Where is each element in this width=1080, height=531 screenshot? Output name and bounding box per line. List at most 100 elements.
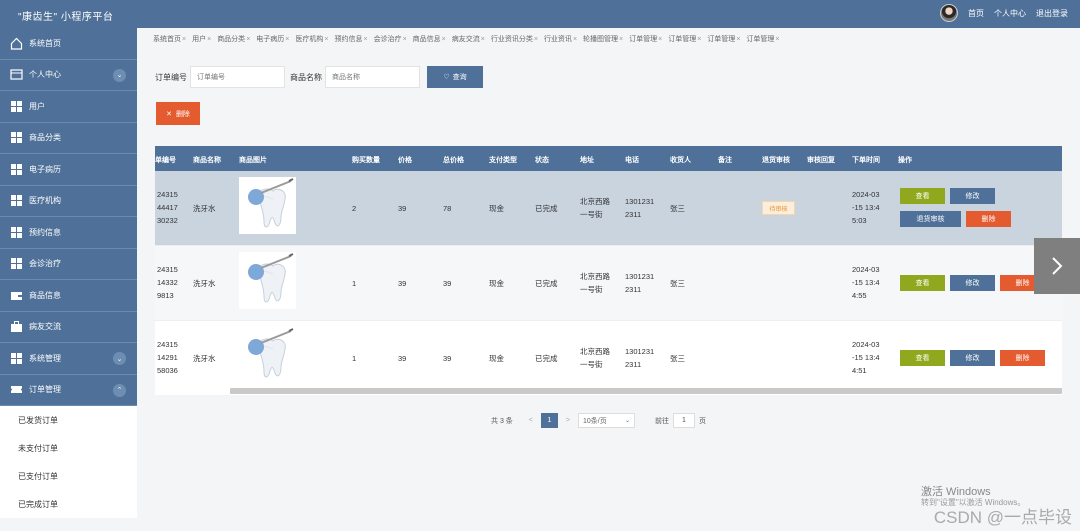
- tab-8[interactable]: 病友交流 ×: [449, 34, 488, 44]
- tab-label: 订单管理: [707, 36, 736, 43]
- tab-9[interactable]: 行业资讯分类 ×: [488, 34, 541, 44]
- edit-button[interactable]: 修改: [950, 350, 995, 366]
- delete-button[interactable]: 删除: [1000, 350, 1045, 366]
- tab-0[interactable]: 系统首页 ×: [150, 34, 189, 44]
- sidebar-subitem-0[interactable]: 已发货订单: [0, 406, 137, 434]
- close-icon[interactable]: ×: [363, 36, 367, 43]
- tab-14[interactable]: 订单管理 ×: [704, 34, 743, 44]
- query-button[interactable]: ♡ 查询: [427, 66, 483, 88]
- delete-button[interactable]: 删除: [966, 211, 1011, 227]
- goto-label: 前往: [654, 417, 669, 425]
- close-icon[interactable]: ×: [182, 36, 186, 43]
- page-size-select[interactable]: 10条/页 ⌄: [577, 413, 635, 428]
- tab-label: 行业资讯分类: [490, 36, 533, 43]
- batch-delete-button[interactable]: ✕ 删除: [156, 102, 200, 125]
- avatar[interactable]: [940, 4, 958, 22]
- close-icon[interactable]: ×: [481, 36, 485, 43]
- tab-13[interactable]: 订单管理 ×: [665, 34, 704, 44]
- phone-cell: 1301231 2311: [625, 270, 654, 296]
- close-icon[interactable]: ×: [246, 36, 250, 43]
- close-icon[interactable]: ×: [285, 36, 289, 43]
- order-number-cell-line: 14332: [157, 278, 178, 287]
- address-cell: 北京西路 一号街: [580, 195, 610, 221]
- close-icon[interactable]: ×: [403, 36, 407, 43]
- grid-icon: [10, 226, 23, 239]
- tab-1[interactable]: 用户 ×: [189, 34, 214, 44]
- close-icon[interactable]: ×: [658, 36, 662, 43]
- tab-2[interactable]: 商品分类 ×: [214, 34, 253, 44]
- tab-15[interactable]: 订单管理 ×: [743, 34, 782, 44]
- table-row: 24315 44417 30232 洗牙水 2 39 78 现金 已完成 北京西路 一号街 13012…: [155, 171, 1062, 246]
- prev-page-button[interactable]: <: [529, 417, 533, 424]
- product-name-input[interactable]: [325, 66, 420, 88]
- close-icon[interactable]: ×: [775, 36, 779, 43]
- tab-3[interactable]: 电子病历 ×: [253, 34, 292, 44]
- address-cell-line: 一号街: [580, 360, 603, 369]
- view-button[interactable]: 查看: [900, 275, 945, 291]
- orders-table: 单编号 商品名称 商品图片 购买数量 价格 总价格 支付类型 状态 地址 电话 收货人 备注 退货审核审…: [155, 146, 1062, 395]
- close-icon[interactable]: ×: [736, 36, 740, 43]
- column-header: 审核回复: [807, 157, 835, 164]
- order-number-cell: 24315 14332 9813: [157, 263, 178, 302]
- return-audit-button[interactable]: 退货审核: [900, 211, 961, 227]
- close-icon[interactable]: ×: [534, 36, 538, 43]
- close-icon[interactable]: ×: [207, 36, 211, 43]
- sidebar-item-11[interactable]: 订单管理 ⌃: [0, 374, 137, 406]
- column-header: 备注: [718, 157, 732, 164]
- close-icon[interactable]: ×: [573, 36, 577, 43]
- edit-button[interactable]: 修改: [950, 275, 995, 291]
- chevron-down-icon: ⌄: [624, 418, 630, 424]
- sidebar-item-6[interactable]: 预约信息: [0, 217, 137, 249]
- phone-cell-line: 1301231: [625, 197, 655, 206]
- goto-page-input[interactable]: 1: [672, 413, 695, 428]
- logout-link[interactable]: 退出登录: [1036, 8, 1068, 19]
- tab-label: 轮播图管理: [583, 36, 619, 43]
- tab-5[interactable]: 预约信息 ×: [331, 34, 370, 44]
- status-badge: 待审核: [762, 201, 795, 215]
- sidebar-subitem-2[interactable]: 已支付订单: [0, 462, 137, 490]
- sidebar-item-8[interactable]: 商品信息: [0, 280, 137, 312]
- view-button[interactable]: 查看: [900, 350, 945, 366]
- grid-icon: [10, 131, 23, 144]
- tab-11[interactable]: 轮播图管理 ×: [580, 34, 626, 44]
- nav-home-link[interactable]: 首页: [968, 8, 984, 19]
- tab-label: 行业资讯: [543, 36, 572, 43]
- next-page-button[interactable]: >: [566, 417, 570, 424]
- edit-button[interactable]: 修改: [950, 188, 995, 204]
- close-icon[interactable]: ×: [442, 36, 446, 43]
- tab-10[interactable]: 行业资讯 ×: [541, 34, 580, 44]
- order-number-input[interactable]: [190, 66, 285, 88]
- sidebar-item-label: 会诊治疗: [29, 259, 61, 269]
- sidebar-item-3[interactable]: 商品分类: [0, 122, 137, 154]
- close-icon[interactable]: ×: [619, 36, 623, 43]
- address-cell-line: 北京西路: [580, 272, 610, 281]
- sidebar-item-9[interactable]: 病友交流: [0, 311, 137, 343]
- order-time-cell-line: 4:51: [852, 366, 867, 375]
- sidebar-item-2[interactable]: 用户: [0, 91, 137, 123]
- next-slide-arrow[interactable]: [1034, 238, 1080, 294]
- view-button[interactable]: 查看: [900, 188, 945, 204]
- product-image: [239, 177, 296, 234]
- sidebar-item-7[interactable]: 会诊治疗: [0, 248, 137, 280]
- horizontal-scrollbar[interactable]: [230, 388, 1062, 394]
- close-icon[interactable]: ×: [324, 36, 328, 43]
- tab-label: 订单管理: [746, 36, 775, 43]
- sidebar-item-5[interactable]: 医疗机构: [0, 185, 137, 217]
- price-cell: 39: [398, 204, 407, 213]
- order-time-cell-line: -15 13:4: [852, 278, 880, 287]
- sidebar-subitem-3[interactable]: 已完成订单: [0, 490, 137, 518]
- tab-12[interactable]: 订单管理 ×: [626, 34, 665, 44]
- tab-7[interactable]: 商品信息 ×: [410, 34, 449, 44]
- sidebar-item-1[interactable]: 个人中心 ⌄: [0, 59, 137, 91]
- close-icon[interactable]: ×: [697, 36, 701, 43]
- product-name-label: 商品名称: [290, 72, 322, 82]
- page-number-1[interactable]: 1: [540, 413, 558, 428]
- sidebar-item-0[interactable]: 系统首页: [0, 28, 137, 60]
- nav-profile-link[interactable]: 个人中心: [994, 8, 1026, 19]
- sidebar-subitem-1[interactable]: 未支付订单: [0, 434, 137, 462]
- address-cell-line: 北京西路: [580, 347, 610, 356]
- sidebar-item-4[interactable]: 电子病历: [0, 154, 137, 186]
- tab-4[interactable]: 医疗机构 ×: [292, 34, 331, 44]
- tab-6[interactable]: 会诊治疗 ×: [371, 34, 410, 44]
- sidebar-item-10[interactable]: 系统管理 ⌄: [0, 343, 137, 375]
